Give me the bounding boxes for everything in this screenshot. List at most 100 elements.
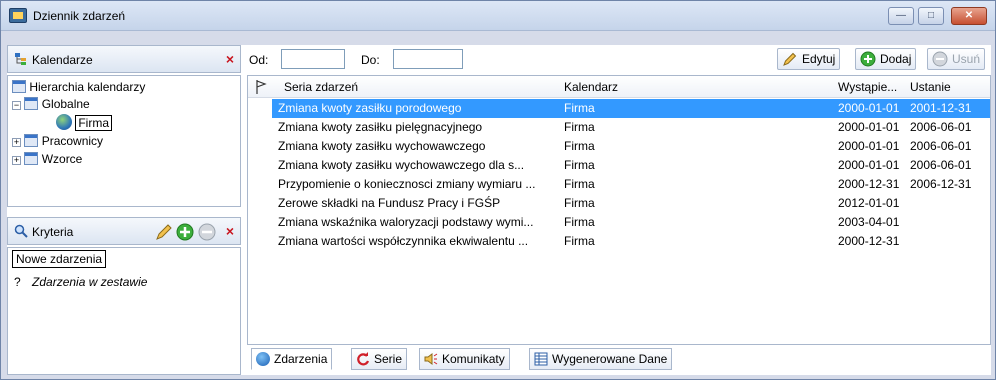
tree-item-wzorce[interactable]: + Wzorce [12,150,82,168]
tab-zdarzenia[interactable]: Zdarzenia [251,348,333,370]
calendar-icon [12,80,26,93]
criteria-item[interactable]: ? Zdarzenia w zestawie [14,275,147,289]
cell-calendar: Firma [564,120,595,134]
cell-calendar: Firma [564,196,595,210]
cell-calendar: Firma [564,177,595,191]
cell-series: Zmiana kwoty zasiłku pielęgnacyjnego [278,120,483,134]
calendar-icon [24,97,39,110]
column-header-end[interactable]: Ustanie [910,80,951,94]
tab-zdarzenia-label: Zdarzenia [274,352,328,366]
do-date-input[interactable] [393,49,463,69]
cell-start: 2000-01-01 [838,158,900,172]
cell-series: Zerowe składki na Fundusz Pracy i FGŚP [278,196,501,210]
flag-icon[interactable] [254,79,268,95]
criteria-header: Kryteria × [7,217,241,245]
cell-end: 2006-06-01 [910,120,972,134]
tab-serie[interactable]: Serie [351,348,408,370]
tab-komunikaty[interactable]: Komunikaty [419,348,510,370]
tab-serie-label: Serie [374,352,403,366]
add-icon [860,51,876,67]
edit-pencil-icon[interactable] [154,222,174,242]
refresh-icon [357,352,370,366]
minimize-button[interactable]: — [888,7,914,25]
expand-icon[interactable]: + [12,156,21,165]
cell-start: 2000-12-31 [838,234,900,248]
column-header-start[interactable]: Wystąpie... [838,80,897,94]
left-pane: Kalendarze × Hierarchia kalendarzy − Glo… [7,45,241,375]
table-row[interactable]: Przypomienie o koniecznosci zmiany wymia… [272,175,990,194]
tree-item-wzorce-label: Wzorce [41,152,83,166]
table-header: Seria zdarzeń Kalendarz Wystąpie... Usta… [248,76,990,98]
event-log-window: Dziennik zdarzeń — □ ✕ Kalendarze × Hier… [0,0,996,380]
close-button[interactable]: ✕ [951,7,987,25]
table-row[interactable]: Zerowe składki na Fundusz Pracy i FGŚP Fi… [272,194,990,213]
tree-root[interactable]: Hierarchia kalendarzy [12,78,145,96]
table-row[interactable]: Zmiana kwoty zasiłku wychowawczego dla s… [272,156,990,175]
close-icon[interactable]: × [222,223,238,239]
close-icon[interactable]: × [222,51,238,67]
tab-wygenerowane-dane[interactable]: Wygenerowane Dane [529,348,673,370]
tab-wygenerowane-dane-label: Wygenerowane Dane [552,352,668,366]
column-header-series[interactable]: Seria zdarzeń [284,80,358,94]
table-row[interactable]: Zmiana wartości współczynnika ekwiwalent… [272,232,990,251]
calendar-tree-icon [15,53,26,65]
client-area: Kalendarze × Hierarchia kalendarzy − Glo… [7,45,991,375]
calendar-icon [24,134,39,147]
tree-item-globalne[interactable]: − Globalne [12,95,90,113]
table-row[interactable]: Zmiana kwoty zasiłku pielęgnacyjnego Firm… [272,118,990,137]
tree-item-firma[interactable]: Firma [56,114,113,132]
cell-start: 2003-04-01 [838,215,900,229]
remove-icon[interactable] [198,223,216,241]
title-bar[interactable]: Dziennik zdarzeń — □ ✕ [1,1,995,31]
remove-button[interactable]: Usuń [927,48,986,70]
collapse-icon[interactable]: − [12,101,21,110]
maximize-button[interactable]: □ [918,7,944,25]
edit-button[interactable]: Edytuj [777,48,841,70]
tree-root-label: Hierarchia kalendarzy [29,80,146,94]
cell-calendar: Firma [564,139,595,153]
table-row[interactable]: Zmiana kwoty zasiłku porodowego Firma 2000… [272,99,990,118]
criteria-title: Kryteria [32,225,74,239]
cell-end: 2006-06-01 [910,139,972,153]
tree-item-pracownicy-label: Pracownicy [41,134,104,148]
cell-series: Zmiana kwoty zasiłku wychowawczego dla s… [278,158,525,172]
add-button[interactable]: Dodaj [855,48,917,70]
right-pane: Od: Do: Edytuj Dodaj Usuń Seria zdarzeń … [247,45,991,375]
cell-start: 2012-01-01 [838,196,900,210]
remove-button-label: Usuń [952,52,981,66]
remove-icon [932,51,948,67]
cell-start: 2000-01-01 [838,139,900,153]
cell-calendar: Firma [564,234,595,248]
cell-end: 2001-12-31 [910,101,972,115]
event-series-table: Seria zdarzeń Kalendarz Wystąpie... Usta… [247,75,991,345]
tab-komunikaty-label: Komunikaty [442,352,505,366]
add-icon[interactable] [176,223,194,241]
cell-start: 2000-01-01 [838,120,900,134]
calendar-tree: Hierarchia kalendarzy − Globalne Firma +… [7,75,241,207]
calendars-header: Kalendarze × [7,45,241,73]
new-events-tooltip: Nowe zdarzenia [12,250,107,268]
cell-end: 2006-12-31 [910,177,972,191]
edit-button-label: Edytuj [802,52,836,66]
cell-calendar: Firma [564,158,595,172]
od-label: Od: [249,53,269,67]
od-date-input[interactable] [281,49,345,69]
column-header-calendar[interactable]: Kalendarz [564,80,618,94]
cell-series: Zmiana kwoty zasiłku wychowawczego [278,139,486,153]
speaker-icon [424,353,438,365]
cell-series: Zmiana kwoty zasiłku porodowego [278,101,462,115]
table-row[interactable]: Zmiana wskaźnika waloryzacji podstawy wy… [272,213,990,232]
cell-series: Zmiana wartości współczynnika ekwiwalent… [278,234,529,248]
expand-icon[interactable]: + [12,138,21,147]
criteria-item-marker: ? [14,275,21,289]
criteria-list: Nowe zdarzenia ? Zdarzenia w zestawie [7,247,241,375]
tree-item-globalne-label: Globalne [41,97,90,111]
cell-start: 2000-12-31 [838,177,900,191]
tree-item-pracownicy[interactable]: + Pracownicy [12,132,103,150]
table-row[interactable]: Zmiana kwoty zasiłku wychowawczego Firma 2… [272,137,990,156]
cell-start: 2000-01-01 [838,101,900,115]
calendars-title: Kalendarze [32,53,93,67]
criteria-item-label: Zdarzenia w zestawie [32,275,148,289]
cell-end: 2006-06-01 [910,158,972,172]
pencil-icon [783,52,797,66]
